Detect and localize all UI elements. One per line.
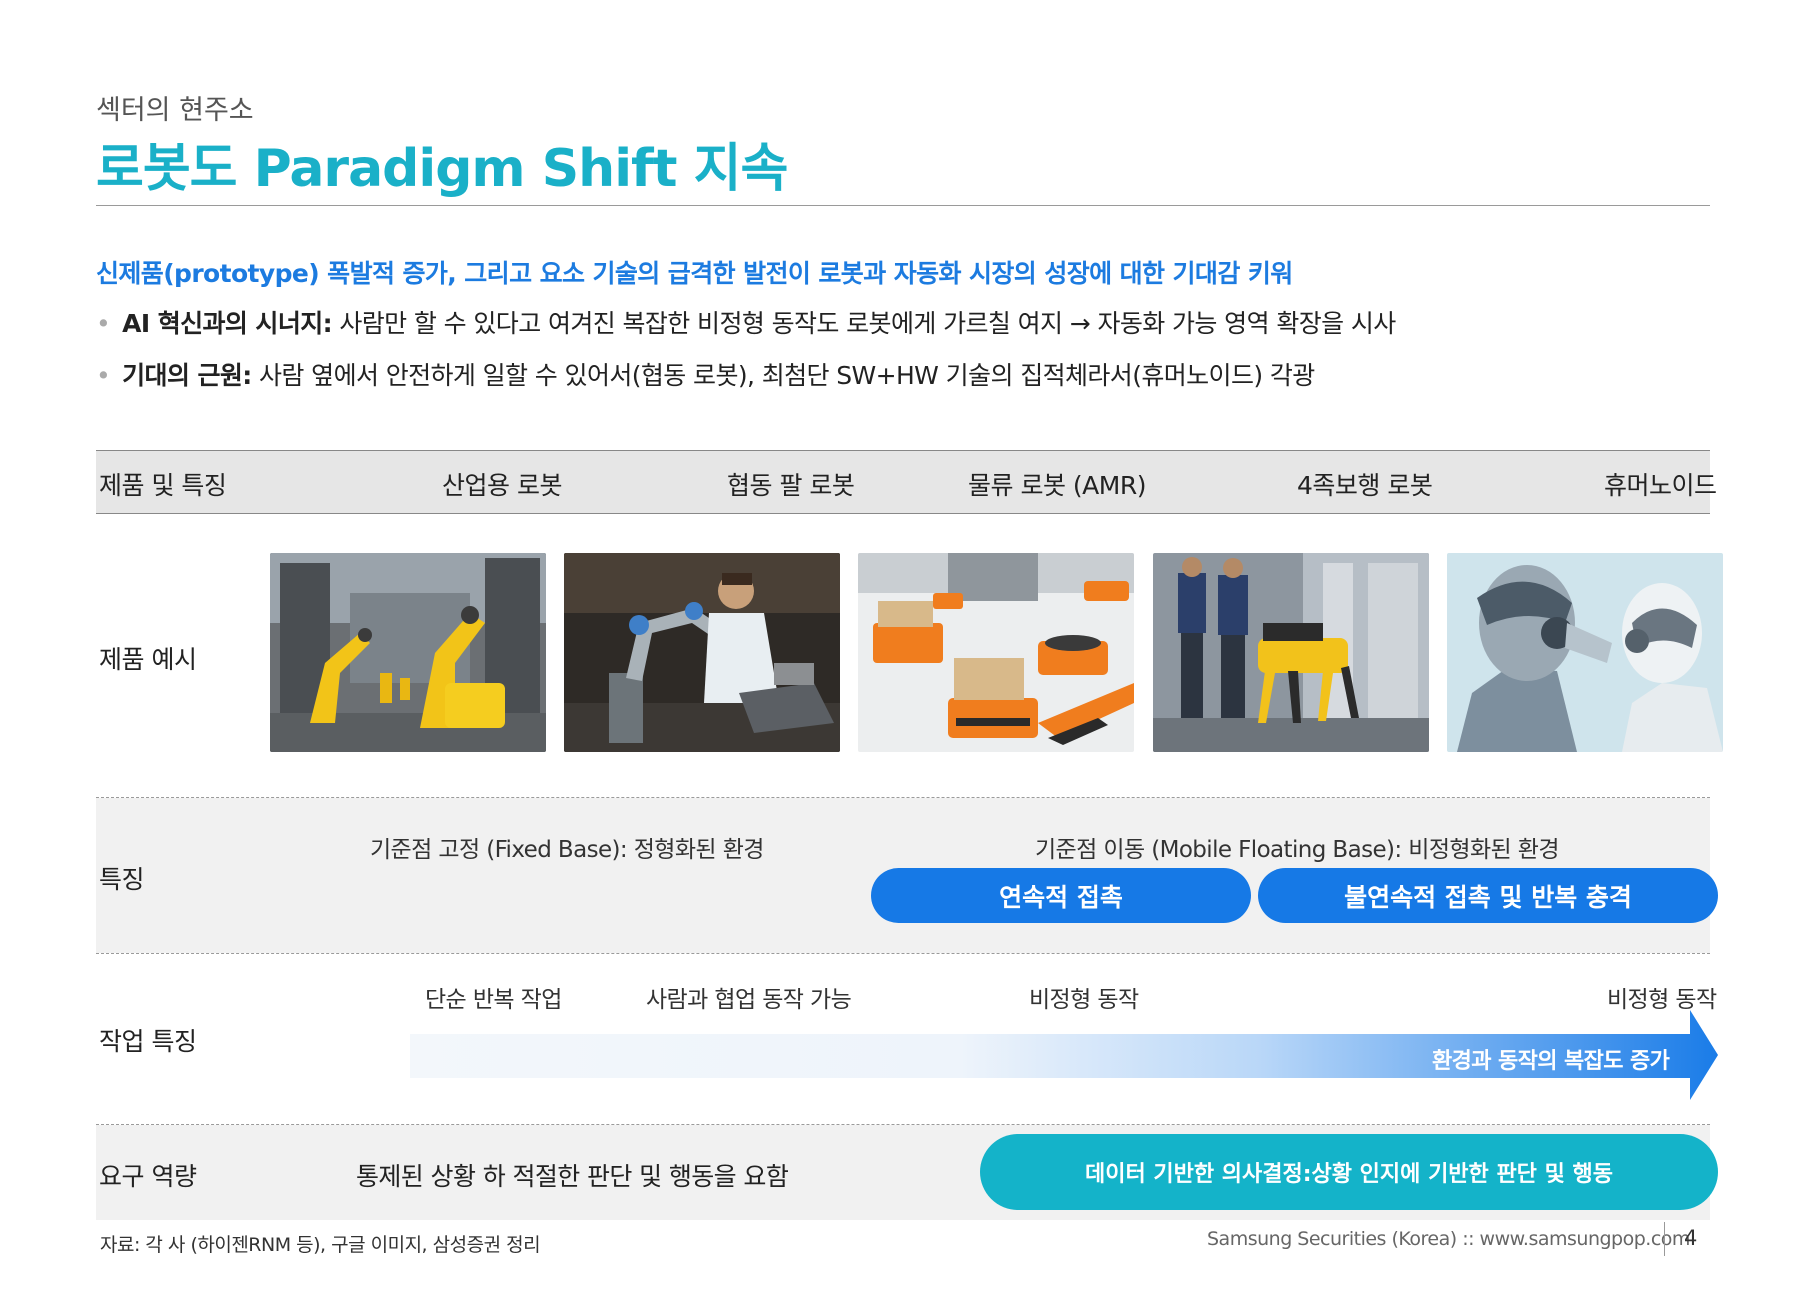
- bullet-ai-synergy: • AI 혁신과의 시너지: 사람만 할 수 있다고 여겨진 복잡한 비정형 동작…: [96, 304, 1396, 340]
- column-industrial-robot: 산업용 로봇: [442, 471, 562, 500]
- lead-text: 신제품(prototype) 폭발적 증가, 그리고 요소 기술의 급격한 발전…: [96, 259, 1293, 288]
- row-label-tasks: 작업 특징: [99, 1027, 197, 1056]
- bullet-bold: 기대의 근원:: [122, 361, 252, 390]
- column-quadruped: 4족보행 로봇: [1297, 471, 1433, 500]
- page-title: 로봇도 Paradigm Shift 지속: [96, 139, 788, 199]
- section-label: 섹터의 현주소: [96, 95, 254, 126]
- task-unstructured-2: 비정형 동작: [1607, 987, 1717, 1013]
- column-amr: 물류 로봇 (AMR): [968, 471, 1146, 500]
- footer-company: Samsung Securities (Korea) :: www.samsun…: [1207, 1228, 1690, 1250]
- capability-data-pill: 데이터 기반한 의사결정:상황 인지에 기반한 판단 및 행동: [980, 1134, 1718, 1210]
- pill-continuous-contact: 연속적 접촉: [871, 868, 1251, 923]
- pill-discontinuous-contact: 불연속적 접촉 및 반복 충격: [1258, 868, 1718, 923]
- amr-photo: [858, 553, 1134, 752]
- table-header-band: [96, 450, 1710, 514]
- row-label-examples: 제품 예시: [99, 645, 197, 674]
- industrial-robot-photo: [270, 553, 546, 752]
- cobot-photo: [564, 553, 840, 752]
- bullet-expectation-source: • 기대의 근원: 사람 옆에서 안전하게 일할 수 있어서(협동 로봇), 최첨…: [96, 356, 1315, 392]
- row-label-capabilities: 요구 역량: [99, 1162, 197, 1191]
- capability-controlled: 통제된 상황 하 적절한 판단 및 행동을 요함: [356, 1162, 789, 1191]
- footer-divider: [1664, 1222, 1665, 1256]
- bullet-bold: AI 혁신과의 시너지:: [122, 309, 333, 338]
- page-number: 4: [1684, 1226, 1697, 1250]
- complexity-arrow-label: 환경과 동작의 복잡도 증가: [1432, 1049, 1670, 1074]
- task-simple-repeat: 단순 반복 작업: [425, 987, 562, 1013]
- task-human-collab: 사람과 협업 동작 가능: [646, 987, 852, 1013]
- column-humanoid: 휴머노이드: [1604, 471, 1717, 500]
- table-header-label: 제품 및 특징: [99, 471, 227, 500]
- bullet-text: 사람만 할 수 있다고 여겨진 복잡한 비정형 동작도 로봇에게 가르칠 여지 …: [332, 309, 1396, 338]
- bullet-text: 사람 옆에서 안전하게 일할 수 있어서(협동 로봇), 최첨단 SW+HW 기…: [251, 361, 1315, 390]
- footer-source: 자료: 각 사 (하이젠RNM 등), 구글 이미지, 삼성증권 정리: [100, 1234, 541, 1256]
- humanoid-photo: [1447, 553, 1723, 752]
- title-divider: [96, 205, 1710, 206]
- row-divider: [96, 953, 1710, 954]
- feature-mobile-base: 기준점 이동 (Mobile Floating Base): 비정형화된 환경: [1035, 837, 1560, 863]
- task-unstructured-1: 비정형 동작: [1029, 987, 1139, 1013]
- column-cobot: 협동 팔 로봇: [727, 471, 855, 500]
- bullet-dot: •: [96, 361, 111, 390]
- feature-fixed-base: 기준점 고정 (Fixed Base): 정형화된 환경: [370, 837, 764, 863]
- row-label-features: 특징: [99, 865, 145, 894]
- quadruped-robot-photo: [1153, 553, 1429, 752]
- bullet-dot: •: [96, 309, 111, 338]
